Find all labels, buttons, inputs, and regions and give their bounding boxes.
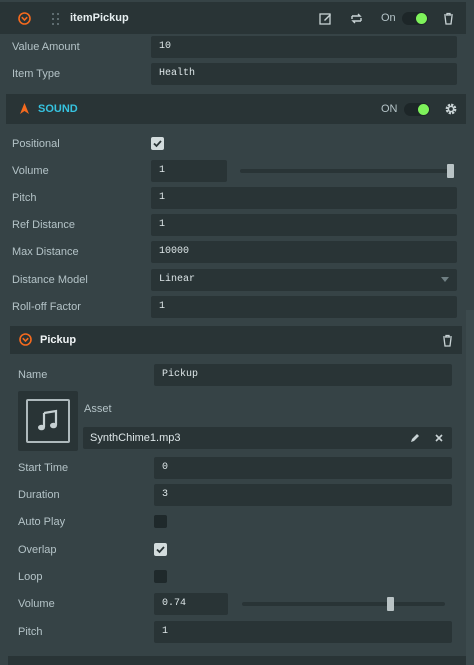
sound-volume-slider-handle[interactable] [447,164,454,178]
asset-file-field[interactable]: SynthChime1.mp3 [83,427,452,449]
check-icon [153,140,162,148]
slot-volume-slider[interactable] [242,602,445,606]
trash-icon[interactable] [442,12,455,25]
overlap-checkbox[interactable] [154,543,167,556]
sound-icon [20,103,29,114]
volume-label: Volume [12,165,49,177]
close-icon[interactable] [434,433,444,443]
swap-icon[interactable] [350,12,363,25]
slot-volume-label: Volume [18,598,55,610]
slot-header: Pickup [10,326,462,354]
slot-row-autoplay: Auto Play [0,509,474,535]
start-time-label: Start Time [18,462,69,474]
sound-component-header: SOUND ON [6,94,466,124]
sound-title: SOUND [38,103,78,115]
overlap-label: Overlap [18,544,57,556]
slot-name-label: Name [18,369,48,381]
rolloff-label: Roll-off Factor [12,301,81,313]
ref-distance-label: Ref Distance [12,219,75,231]
max-distance-label: Max Distance [12,246,79,258]
sound-row-rolloff: Roll-off Factor 1 [0,294,474,320]
sound-row-max-distance: Max Distance 10000 [0,239,474,265]
pitch-label: Pitch [12,192,37,204]
slot-pitch-label: Pitch [18,626,43,638]
start-time-input[interactable]: 0 [154,457,452,479]
slot-volume-slider-handle[interactable] [387,597,395,611]
attr-label: Item Type [12,68,61,80]
sound-row-ref-distance: Ref Distance 1 [0,212,474,238]
positional-label: Positional [12,138,60,150]
music-note-icon [38,409,58,431]
slot-row-start-time: Start Time 0 [0,455,474,481]
attr-row-value-amount: Value Amount 10 [0,34,474,60]
value-amount-input[interactable]: 10 [151,36,457,58]
autoplay-checkbox[interactable] [154,515,167,528]
sound-row-volume: Volume 1 [0,158,474,184]
trash-icon[interactable] [441,334,454,347]
sound-row-pitch: Pitch 1 [0,185,474,211]
attr-row-item-type: Item Type Health [0,61,474,87]
distance-model-value: Linear [159,274,196,285]
slot-row-overlap: Overlap [0,537,474,563]
slot-pitch-input[interactable]: 1 [154,621,452,643]
slot-title: Pickup [40,334,77,346]
chevron-down-icon [441,277,449,282]
duration-label: Duration [18,489,60,501]
script-title: itemPickup [70,12,129,24]
edit-icon[interactable] [319,12,332,25]
inspector-panel: itemPickup On Value Amount 10 Item Type … [0,0,474,665]
rolloff-input[interactable]: 1 [151,296,457,318]
autoplay-label: Auto Play [18,516,66,528]
sound-pitch-input[interactable]: 1 [151,187,457,209]
distance-model-select[interactable]: Linear [151,269,457,291]
asset-thumbnail[interactable] [18,391,78,451]
sound-row-positional: Positional [0,131,474,157]
slot-row-loop: Loop [0,564,474,590]
next-slot-header [8,656,466,665]
max-distance-input[interactable]: 10000 [151,241,457,263]
asset-thumbnail-frame [26,399,70,443]
loop-label: Loop [18,571,43,583]
distance-model-label: Distance Model [12,274,88,286]
slot-row-pitch: Pitch 1 [0,619,474,645]
slot-name-input[interactable]: Pickup [154,364,452,386]
sound-enable-toggle[interactable] [404,103,430,116]
check-icon [156,546,165,554]
script-enable-toggle[interactable] [402,12,428,25]
loop-checkbox[interactable] [154,570,167,583]
slot-volume-input[interactable]: 0.74 [154,593,228,615]
gear-icon[interactable] [444,102,458,116]
attr-label: Value Amount [12,41,80,53]
slot-row-volume: Volume 0.74 [0,591,474,617]
duration-input[interactable]: 3 [154,484,452,506]
script-header: itemPickup On [0,2,466,34]
chevron-down-icon[interactable] [19,333,32,346]
script-on-label: On [381,12,396,24]
asset-label: Asset [84,403,112,415]
sound-volume-input[interactable]: 1 [151,160,227,182]
slot-row-name: Name Pickup [0,362,474,388]
grip-icon[interactable] [51,12,61,26]
positional-checkbox[interactable] [151,137,164,150]
asset-file-name: SynthChime1.mp3 [90,432,181,444]
chevron-down-icon[interactable] [18,12,31,25]
toggle-knob [416,13,427,24]
sound-row-distance-model: Distance Model Linear [0,267,474,293]
ref-distance-input[interactable]: 1 [151,214,457,236]
sound-on-label: ON [381,103,398,115]
sound-volume-slider[interactable] [240,169,454,173]
toggle-knob [418,104,429,115]
pencil-icon[interactable] [410,433,420,443]
item-type-input[interactable]: Health [151,63,457,85]
slot-row-duration: Duration 3 [0,482,474,508]
